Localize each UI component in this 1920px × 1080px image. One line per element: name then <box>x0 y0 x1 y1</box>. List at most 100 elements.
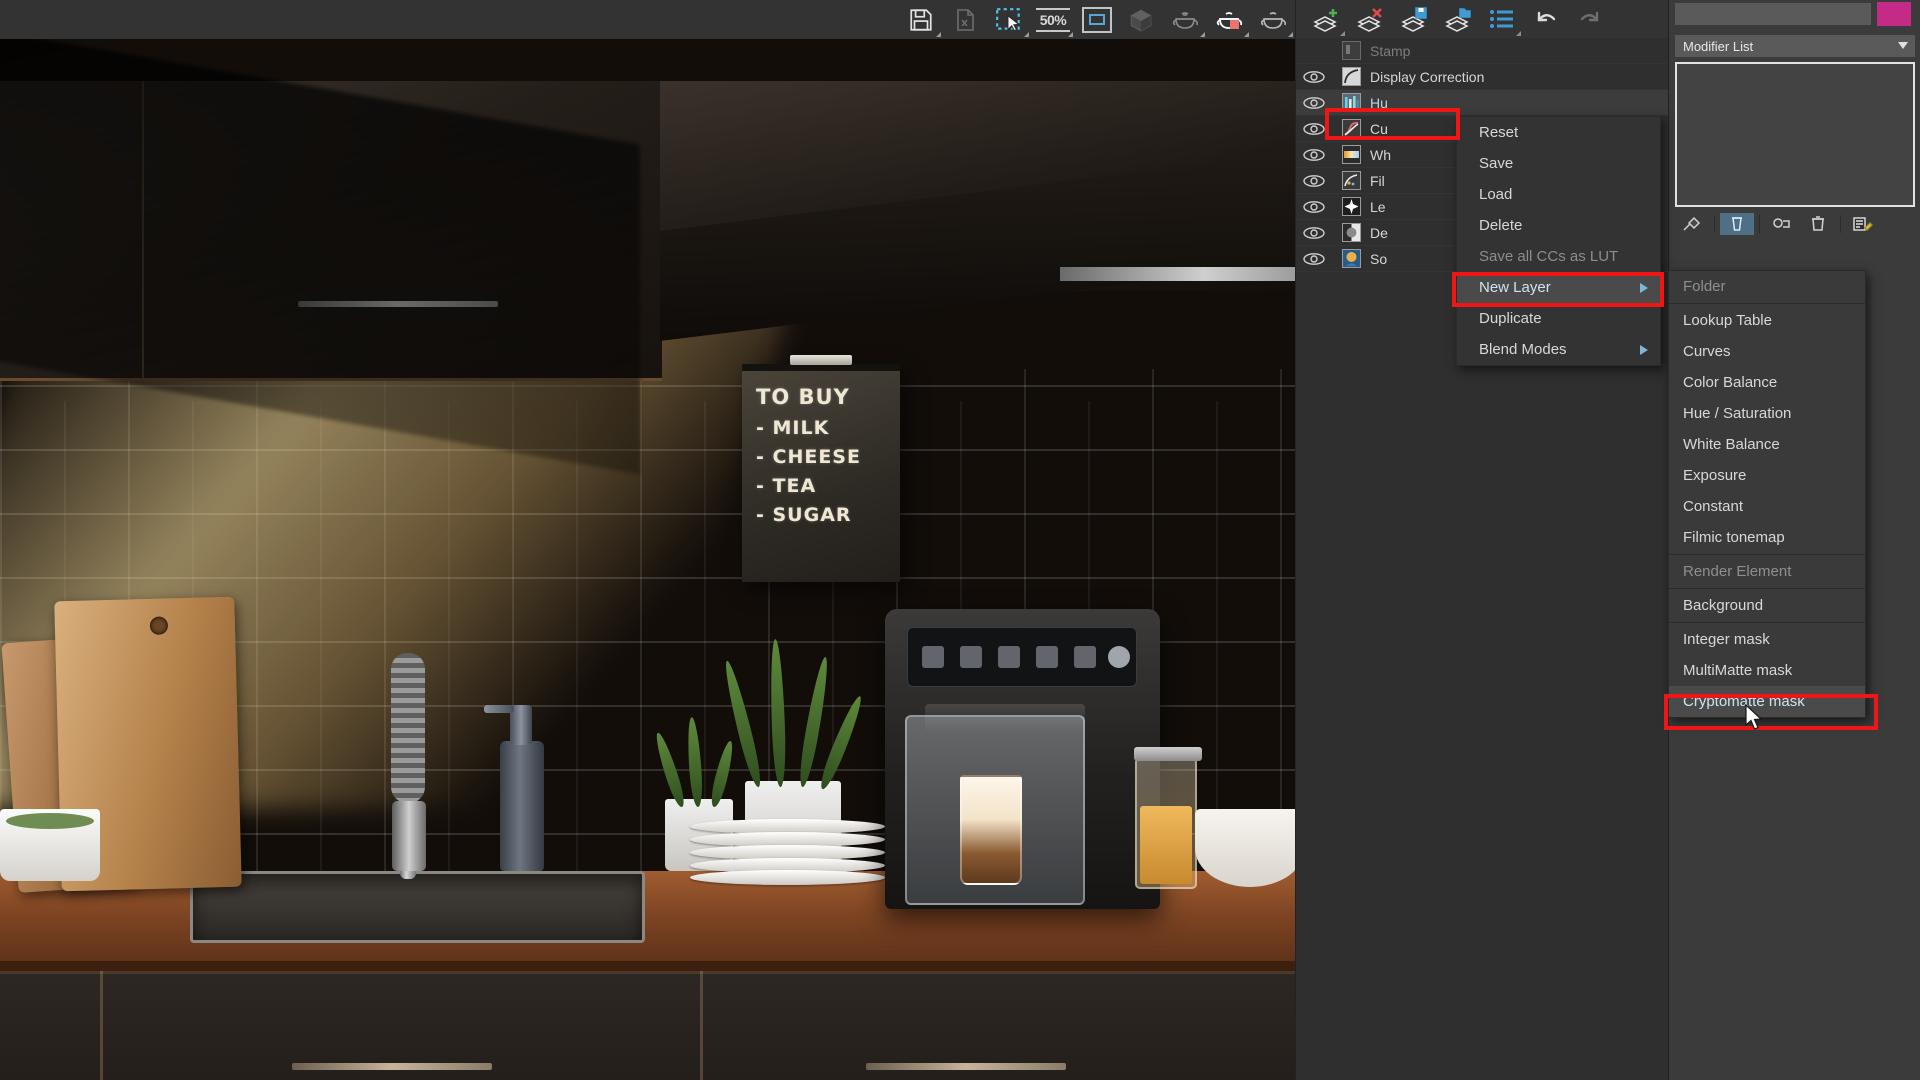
filmic-tonemap-icon <box>1342 171 1361 190</box>
chalkboard-item: - CHEESE <box>756 446 890 468</box>
base-cabinets <box>0 971 1295 1080</box>
pin-stack-icon[interactable] <box>1675 213 1709 235</box>
source-icon <box>1342 249 1361 268</box>
submenu-label: Constant <box>1683 498 1743 515</box>
list-view-icon[interactable] <box>1480 0 1524 38</box>
submenu-item-curves[interactable]: Curves <box>1669 336 1865 367</box>
undo-icon[interactable] <box>1524 0 1568 38</box>
redo-icon[interactable] <box>1568 0 1612 38</box>
viewport-display-icon[interactable] <box>1075 0 1119 39</box>
cube-icon[interactable] <box>1119 0 1163 39</box>
zoom-bracket-icon: 50% <box>1036 8 1070 32</box>
context-menu-item-load[interactable]: Load <box>1457 179 1660 210</box>
save-image-icon[interactable] <box>899 0 943 39</box>
submenu-item-exposure[interactable]: Exposure <box>1669 460 1865 491</box>
region-render-icon[interactable] <box>987 0 1031 39</box>
context-menu-label: Save <box>1479 155 1513 172</box>
delete-layer-icon[interactable] <box>1348 0 1392 38</box>
show-end-result-icon[interactable] <box>1720 213 1754 235</box>
submenu-label: Folder <box>1683 278 1726 295</box>
plate-stack <box>690 819 885 885</box>
layer-visibility-toggle[interactable] <box>1296 71 1332 83</box>
submenu-item-multimatte-mask[interactable]: MultiMatte mask <box>1669 655 1865 686</box>
submenu-label: Exposure <box>1683 467 1746 484</box>
submenu-item-white-balance[interactable]: White Balance <box>1669 429 1865 460</box>
teapot-outline-icon[interactable] <box>1251 0 1295 39</box>
submenu-item-cryptomatte-mask[interactable]: Cryptomatte mask <box>1669 686 1865 717</box>
submenu-item-lookup-table[interactable]: Lookup Table <box>1669 305 1865 336</box>
zoom-level-button[interactable]: 50% <box>1031 0 1075 39</box>
layer-visibility-toggle[interactable] <box>1296 149 1332 161</box>
add-layer-icon[interactable] <box>1304 0 1348 38</box>
context-menu-label: Reset <box>1479 124 1518 141</box>
load-layers-icon[interactable] <box>1436 0 1480 38</box>
layer-name: Fil <box>1370 173 1385 189</box>
layers-toolbar <box>1296 0 1669 38</box>
layer-visibility-toggle[interactable] <box>1296 227 1332 239</box>
layer-name: Le <box>1370 199 1386 215</box>
context-menu-item-reset[interactable]: Reset <box>1457 117 1660 148</box>
toolbar-expand-corner <box>1516 31 1521 36</box>
latte-glass <box>960 775 1022 885</box>
chalkboard-heading: TO BUY <box>756 385 890 409</box>
submenu-item-constant[interactable]: Constant <box>1669 491 1865 522</box>
render-viewport[interactable]: TO BUY - MILK - CHEESE - TEA - SUGAR <box>0 39 1295 1080</box>
context-menu-item-delete[interactable]: Delete <box>1457 210 1660 241</box>
hue-saturation-icon <box>1342 93 1361 112</box>
submenu-item-hue-saturation[interactable]: Hue / Saturation <box>1669 398 1865 429</box>
lens-effects-icon <box>1342 197 1361 216</box>
max-object-name-bar <box>1669 0 1920 28</box>
layer-row-hue-saturation[interactable]: Hu <box>1296 90 1669 116</box>
submenu-item-integer-mask[interactable]: Integer mask <box>1669 624 1865 655</box>
layer-name: Wh <box>1370 147 1391 163</box>
make-unique-icon[interactable] <box>1765 213 1799 235</box>
submenu-label: MultiMatte mask <box>1683 662 1792 679</box>
submenu-item-background[interactable]: Background <box>1669 590 1865 621</box>
teapot-red-icon[interactable] <box>1207 0 1251 39</box>
clear-image-icon[interactable] <box>943 0 987 39</box>
layer-name: De <box>1370 225 1388 241</box>
submenu-label: Integer mask <box>1683 631 1770 648</box>
layer-visibility-toggle[interactable] <box>1296 123 1332 135</box>
chevron-right-icon <box>1640 345 1648 355</box>
range-hood <box>660 81 1295 291</box>
new-layer-submenu[interactable]: Folder Lookup Table Curves Color Balance… <box>1668 270 1866 718</box>
layer-visibility-toggle[interactable] <box>1296 253 1332 265</box>
layer-name: Stamp <box>1370 43 1410 59</box>
layer-visibility-toggle[interactable] <box>1296 175 1332 187</box>
modifier-stack[interactable] <box>1675 62 1915 207</box>
chalkboard-item: - MILK <box>756 417 890 439</box>
save-layers-icon[interactable] <box>1392 0 1436 38</box>
toolbar-expand-corner <box>1244 32 1249 37</box>
toolbar-expand-corner <box>1068 32 1073 37</box>
toolbar-expand-corner <box>936 32 941 37</box>
configure-modifier-sets-icon[interactable] <box>1846 213 1880 235</box>
denoiser-icon <box>1342 223 1361 242</box>
layer-visibility-toggle[interactable] <box>1296 201 1332 213</box>
context-menu-item-new-layer[interactable]: New Layer <box>1457 272 1660 303</box>
context-menu-item-duplicate[interactable]: Duplicate <box>1457 303 1660 334</box>
layer-row-stamp[interactable]: Stamp <box>1296 38 1669 64</box>
context-menu-item-blend-modes[interactable]: Blend Modes <box>1457 334 1660 365</box>
submenu-label: Render Element <box>1683 563 1791 580</box>
remove-modifier-icon[interactable] <box>1801 213 1835 235</box>
modifier-list-dropdown[interactable]: Modifier List <box>1675 35 1915 57</box>
cup <box>0 809 100 881</box>
submenu-item-filmic-tonemap[interactable]: Filmic tonemap <box>1669 522 1865 553</box>
context-menu-label: Blend Modes <box>1479 341 1567 358</box>
teapot-icon[interactable] <box>1163 0 1207 39</box>
layer-row-display-correction[interactable]: Display Correction <box>1296 64 1669 90</box>
submenu-label: Color Balance <box>1683 374 1777 391</box>
chalkboard-item: - TEA <box>756 475 890 497</box>
chevron-right-icon <box>1640 283 1648 293</box>
submenu-label: Filmic tonemap <box>1683 529 1785 546</box>
submenu-label: Cryptomatte mask <box>1683 693 1805 710</box>
layer-visibility-toggle[interactable] <box>1296 97 1332 109</box>
context-menu-item-save[interactable]: Save <box>1457 148 1660 179</box>
object-name-field[interactable] <box>1675 3 1871 25</box>
submenu-item-color-balance[interactable]: Color Balance <box>1669 367 1865 398</box>
submenu-item-render-element: Render Element <box>1669 556 1865 587</box>
object-color-swatch[interactable] <box>1877 2 1911 26</box>
submenu-separator <box>1669 554 1865 555</box>
layer-context-menu[interactable]: Reset Save Load Delete Save all CCs as L… <box>1456 116 1661 366</box>
